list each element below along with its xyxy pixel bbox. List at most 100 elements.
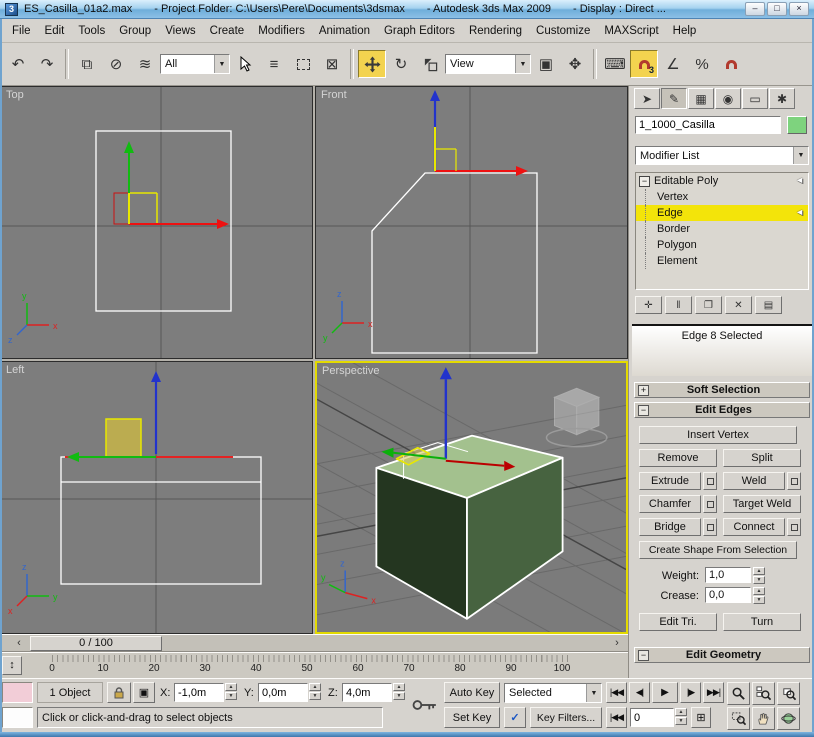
key-mode-dropdown[interactable]: Selected ▼ — [504, 683, 602, 703]
maxscript-mini-listener-macro[interactable] — [2, 682, 33, 703]
menu-animation[interactable]: Animation — [312, 22, 377, 40]
set-key-check-button[interactable]: ✓ — [504, 707, 526, 728]
crease-spinner[interactable]: ▲ ▼ — [753, 587, 765, 604]
menu-tools[interactable]: Tools — [71, 22, 112, 40]
make-unique-button[interactable]: ❐ — [695, 296, 722, 314]
left-viewport-canvas[interactable]: z y x — [1, 362, 312, 633]
x-coordinate-field[interactable] — [174, 683, 224, 702]
stack-row-edge[interactable]: Edge ◄ — [636, 205, 808, 221]
menu-group[interactable]: Group — [112, 22, 158, 40]
edit-geometry-rollout-header[interactable]: − Edit Geometry — [634, 647, 810, 663]
select-object-button[interactable] — [231, 50, 259, 78]
window-crossing-button[interactable]: ⊠ — [318, 50, 346, 78]
current-frame-field[interactable] — [630, 708, 674, 727]
collapse-icon[interactable]: − — [638, 650, 649, 661]
pin-stack-button[interactable]: ✛ — [635, 296, 662, 314]
spin-up-icon[interactable]: ▲ — [393, 683, 405, 691]
viewport-left-label[interactable]: Left — [6, 364, 24, 376]
weld-settings-button[interactable] — [787, 472, 801, 490]
next-frame-button[interactable]: |▶ — [680, 682, 701, 703]
spin-up-icon[interactable]: ▲ — [753, 567, 765, 575]
move-gizmo[interactable] — [114, 141, 229, 229]
select-and-link-button[interactable]: ⧉ — [73, 50, 101, 78]
set-keys-big-button[interactable] — [410, 682, 440, 728]
maxscript-mini-listener[interactable] — [2, 707, 33, 728]
snaps-toggle-button[interactable]: 3 — [630, 50, 658, 78]
tab-motion[interactable]: ◉ — [715, 88, 741, 109]
weld-button[interactable]: Weld — [723, 472, 785, 490]
go-to-end-button[interactable]: ▶▶| — [703, 682, 724, 703]
angle-snap-button[interactable]: ∠ — [659, 50, 687, 78]
configure-modifier-sets-button[interactable]: ▤ — [755, 296, 782, 314]
menu-create[interactable]: Create — [203, 22, 252, 40]
top-viewport-canvas[interactable]: y x z — [1, 87, 312, 358]
tab-utilities[interactable]: ✱ — [769, 88, 795, 109]
previous-frame-button[interactable]: ◀| — [629, 682, 650, 703]
key-filters-button[interactable]: Key Filters... — [530, 707, 602, 728]
create-shape-button[interactable]: Create Shape From Selection — [639, 541, 797, 559]
tab-display[interactable]: ▭ — [742, 88, 768, 109]
collapse-icon[interactable]: − — [639, 176, 650, 187]
viewport-top[interactable]: Top — [0, 86, 313, 359]
bridge-settings-button[interactable] — [703, 518, 717, 536]
select-and-manipulate-button[interactable]: ✥ — [561, 50, 589, 78]
unlink-selection-button[interactable]: ⊘ — [102, 50, 130, 78]
menu-edit[interactable]: Edit — [38, 22, 72, 40]
viewport-front[interactable]: Front — [315, 86, 628, 359]
absolute-offset-toggle[interactable]: ▣ — [133, 682, 155, 703]
redo-button[interactable]: ↷ — [33, 50, 61, 78]
set-key-button[interactable]: Set Key — [444, 707, 500, 728]
select-and-rotate-button[interactable]: ↻ — [387, 50, 415, 78]
z-spinner[interactable]: ▲▼ — [393, 683, 405, 700]
select-and-scale-button[interactable] — [416, 50, 444, 78]
split-button[interactable]: Split — [723, 449, 801, 467]
edit-tri-button[interactable]: Edit Tri. — [639, 613, 717, 631]
keyboard-override-button[interactable]: ⌨ — [601, 50, 629, 78]
spin-down-icon[interactable]: ▼ — [309, 692, 321, 700]
bind-to-spacewarp-button[interactable]: ≋ — [131, 50, 159, 78]
target-weld-button[interactable]: Target Weld — [723, 495, 801, 513]
time-slider-left-arrow[interactable]: ‹ — [12, 636, 26, 651]
selected-face-highlight[interactable] — [106, 419, 141, 457]
crease-field[interactable]: 0,0 — [705, 587, 751, 603]
open-mini-curve-editor-button[interactable]: ↕ — [2, 656, 22, 675]
move-gizmo[interactable] — [65, 371, 233, 462]
modifier-list-dropdown[interactable]: Modifier List ▼ — [635, 146, 809, 165]
box-outline-left[interactable] — [61, 457, 261, 584]
use-center-button[interactable]: ▣ — [532, 50, 560, 78]
stack-row-editable-poly[interactable]: − Editable Poly ◄ — [636, 173, 808, 189]
menu-graph-editors[interactable]: Graph Editors — [377, 22, 462, 40]
collapse-icon[interactable]: − — [638, 405, 649, 416]
spin-up-icon[interactable]: ▲ — [225, 683, 237, 691]
arc-rotate-button[interactable] — [777, 707, 800, 730]
spin-down-icon[interactable]: ▼ — [675, 717, 687, 725]
x-spinner[interactable]: ▲▼ — [225, 683, 237, 700]
modifier-stack[interactable]: − Editable Poly ◄ Vertex Edge ◄ Border P… — [635, 172, 809, 290]
insert-vertex-button[interactable]: Insert Vertex — [639, 426, 797, 444]
remove-modifier-button[interactable]: ✕ — [725, 296, 752, 314]
go-to-start-button[interactable]: |◀◀ — [606, 682, 627, 703]
auto-key-button[interactable]: Auto Key — [444, 682, 500, 703]
chevron-down-icon[interactable]: ▼ — [793, 147, 808, 164]
track-bar[interactable]: ↕ 0 10 20 30 40 50 60 70 80 90 100 — [0, 652, 628, 678]
chevron-down-icon[interactable]: ▼ — [214, 55, 229, 73]
extrude-button[interactable]: Extrude — [639, 472, 701, 490]
object-color-swatch[interactable] — [787, 116, 807, 134]
play-button[interactable]: ▶ — [652, 682, 678, 703]
extrude-settings-button[interactable] — [703, 472, 717, 490]
stack-row-element[interactable]: Element — [636, 253, 808, 269]
show-end-result-button[interactable]: ‖ — [665, 296, 692, 314]
menu-file[interactable]: File — [5, 22, 38, 40]
spinner-snap-button[interactable] — [717, 50, 745, 78]
maximize-button[interactable]: □ — [767, 2, 787, 16]
chevron-down-icon[interactable]: ▼ — [515, 55, 530, 73]
title-bar[interactable]: 3 ES_Casilla_01a2.max - Project Folder: … — [0, 0, 814, 19]
move-gizmo[interactable] — [430, 90, 528, 176]
viewport-perspective[interactable]: Perspective — [315, 361, 628, 634]
connect-button[interactable]: Connect — [723, 518, 785, 536]
viewport-left[interactable]: Left — [0, 361, 313, 634]
time-slider-right-arrow[interactable]: › — [610, 636, 624, 651]
tab-modify[interactable]: ✎ — [661, 88, 687, 109]
weight-field[interactable]: 1,0 — [705, 567, 751, 583]
box-outline-top[interactable] — [96, 131, 231, 311]
